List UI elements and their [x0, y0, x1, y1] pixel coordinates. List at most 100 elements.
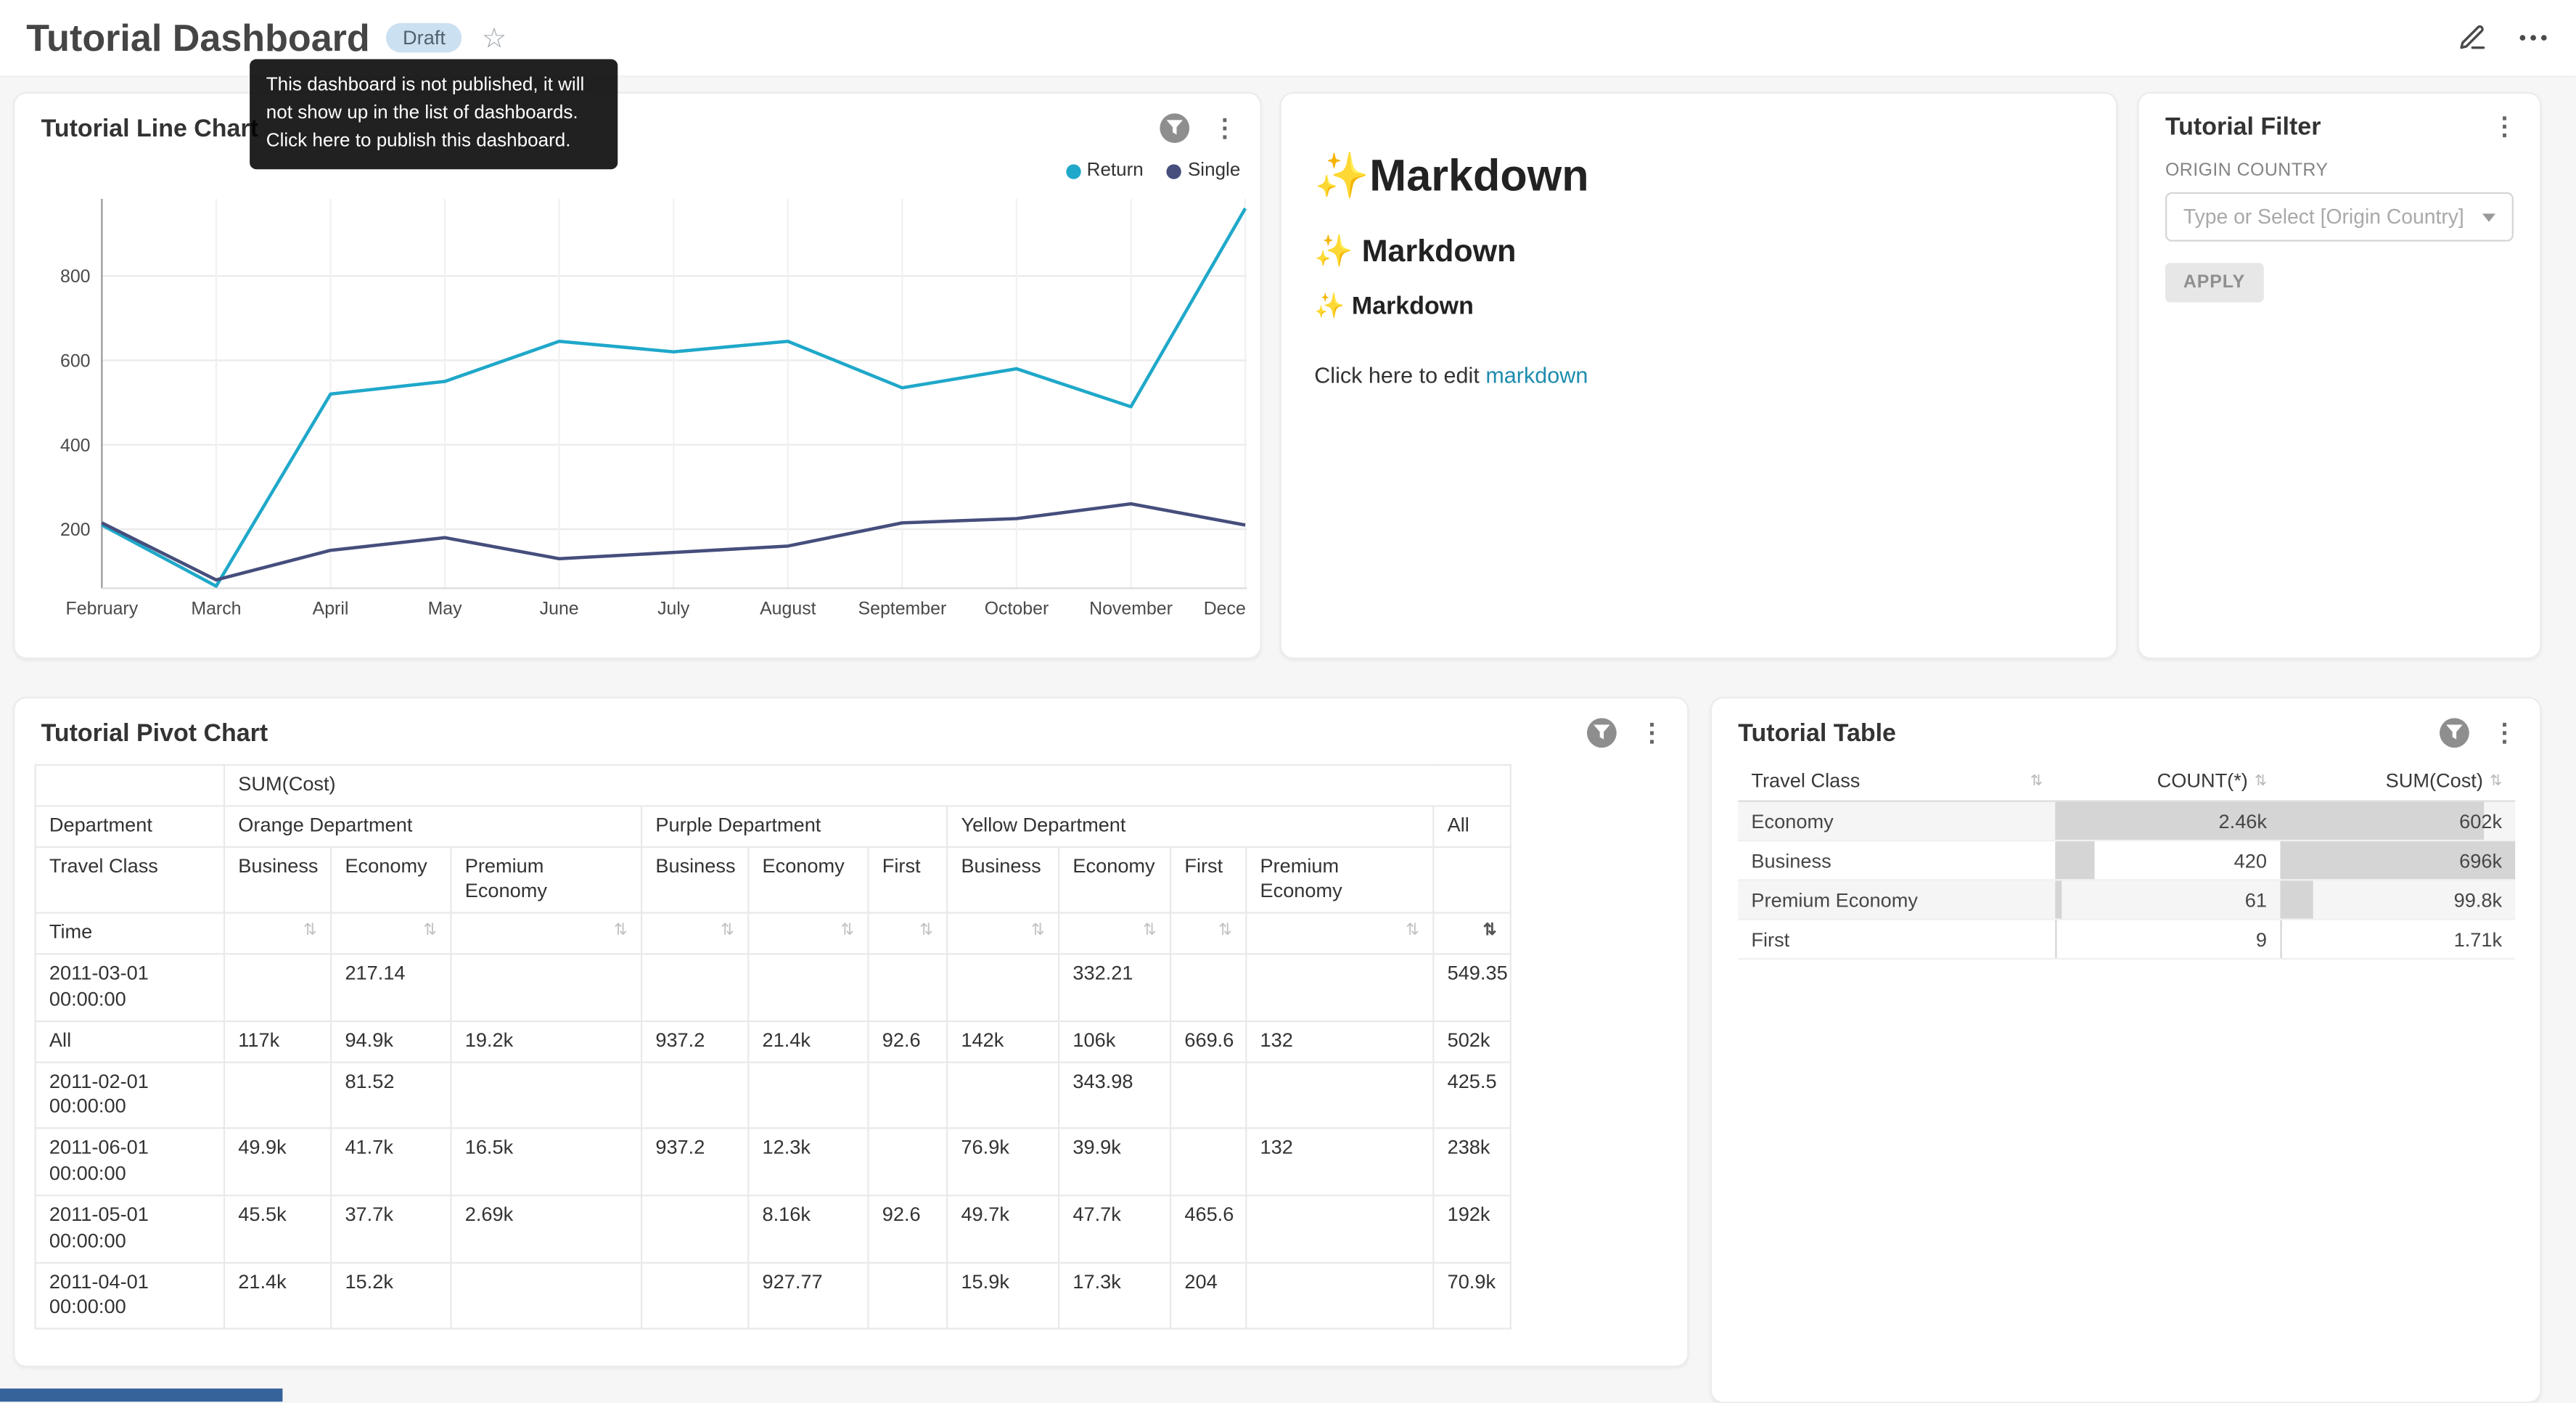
- pivot-value-cell: [869, 954, 948, 1021]
- count-cell: 9: [2056, 920, 2280, 959]
- legend-item-return[interactable]: Return: [1065, 161, 1144, 181]
- more-menu-icon[interactable]: [2516, 21, 2549, 54]
- sort-icon[interactable]: ⇅: [2490, 772, 2502, 790]
- pivot-sorter-cell: ⇅: [748, 913, 868, 954]
- sort-icon[interactable]: ⇅: [721, 921, 734, 944]
- page-title: Tutorial Dashboard: [26, 16, 370, 60]
- pivot-total-cell: 238k: [1433, 1129, 1510, 1195]
- pivot-value-cell: 41.7k: [331, 1129, 451, 1195]
- pivot-value-cell: 204: [1170, 1262, 1246, 1329]
- table-row[interactable]: Business420696k: [1738, 840, 2515, 880]
- pivot-title: Tutorial Pivot Chart: [41, 719, 268, 747]
- markdown-card: ✨Markdown ✨ Markdown ✨ Markdown Click he…: [1280, 92, 2118, 659]
- edit-icon[interactable]: [2458, 23, 2487, 53]
- svg-text:800: 800: [60, 266, 91, 287]
- pivot-value-cell: 2.69k: [451, 1195, 641, 1262]
- sort-icon[interactable]: ⇅: [423, 921, 437, 944]
- sort-icon[interactable]: ⇅: [2030, 772, 2043, 790]
- sort-icon[interactable]: ⇅: [1406, 921, 1419, 944]
- pivot-department-header: Yellow Department: [947, 806, 1433, 846]
- header-actions: [2458, 21, 2550, 54]
- filter-menu-icon[interactable]: ⋮: [2489, 115, 2520, 139]
- chart-menu-icon[interactable]: ⋮: [1636, 721, 1668, 745]
- pivot-dimension-header: Department: [36, 806, 224, 846]
- table-row[interactable]: Economy 2.46k 602k: [1738, 801, 2515, 840]
- pivot-sorter-cell: ⇅: [947, 913, 1059, 954]
- sort-icon[interactable]: ⇅: [303, 921, 317, 944]
- sum-cell: 99.8k: [2280, 880, 2515, 919]
- sort-icon[interactable]: ⇅: [2255, 772, 2267, 790]
- pivot-value-cell: 12.3k: [748, 1129, 868, 1195]
- pivot-class-header: Premium Economy: [451, 846, 641, 913]
- pivot-value-cell: [641, 1195, 748, 1262]
- cross-filter-icon[interactable]: [1587, 718, 1617, 748]
- svg-text:December: December: [1204, 599, 1247, 619]
- pivot-row-label: 2011-02-01 00:00:00: [36, 1062, 224, 1129]
- sort-icon[interactable]: ⇅: [1483, 921, 1497, 944]
- pivot-value-cell: [451, 954, 641, 1021]
- status-badge[interactable]: Draft: [386, 23, 462, 53]
- apply-button[interactable]: APPLY: [2165, 263, 2263, 302]
- select-placeholder: Type or Select [Origin Country]: [2183, 205, 2472, 229]
- markdown-edit-link[interactable]: markdown: [1485, 363, 1588, 388]
- card-header: Tutorial Filter ⋮: [2139, 94, 2540, 155]
- pivot-value-cell: [224, 1062, 331, 1129]
- pivot-class-header: [1433, 846, 1510, 913]
- value-text: 9: [2256, 928, 2267, 951]
- table-row[interactable]: Premium Economy6199.8k: [1738, 880, 2515, 919]
- svg-text:July: July: [657, 599, 690, 619]
- markdown-paragraph: Click here to edit markdown: [1314, 363, 2083, 388]
- chart-legend: Return Single: [1065, 161, 1240, 181]
- pivot-time-header: Time: [36, 913, 224, 954]
- dashboard-page: Tutorial Dashboard Draft ☆ This dashboar…: [0, 0, 2576, 1402]
- sort-icon[interactable]: ⇅: [614, 921, 628, 944]
- travel-class-cell: Economy: [1738, 801, 2056, 840]
- sum-cell: 696k: [2280, 840, 2515, 880]
- cross-filter-icon[interactable]: [1160, 113, 1189, 143]
- sort-icon[interactable]: ⇅: [919, 921, 933, 944]
- markdown-heading-2: ✨ Markdown: [1314, 232, 2083, 271]
- pivot-value-cell: 937.2: [641, 1021, 748, 1062]
- sort-icon[interactable]: ⇅: [1218, 921, 1232, 944]
- pivot-value-cell: 37.7k: [331, 1195, 451, 1262]
- pivot-value-cell: 332.21: [1059, 954, 1170, 1021]
- favorite-star-icon[interactable]: ☆: [482, 24, 507, 52]
- sort-icon[interactable]: ⇅: [1143, 921, 1157, 944]
- table-row[interactable]: First91.71k: [1738, 920, 2515, 959]
- line-chart-card: Tutorial Line Chart ⋮ ReturnSingle 20040…: [13, 92, 1262, 659]
- sort-icon[interactable]: ⇅: [840, 921, 854, 944]
- count-cell: 420: [2056, 840, 2280, 880]
- value-text: 2.46k: [2219, 809, 2267, 833]
- chart-menu-icon[interactable]: ⋮: [2489, 721, 2520, 745]
- cross-filter-icon[interactable]: [2440, 718, 2469, 748]
- pivot-value-cell: 45.5k: [224, 1195, 331, 1262]
- sort-icon[interactable]: ⇅: [1031, 921, 1045, 944]
- pivot-class-header: Business: [641, 846, 748, 913]
- sum-cell: 1.71k: [2280, 920, 2515, 959]
- column-header-travel-class[interactable]: Travel Class⇅: [1738, 761, 2056, 801]
- table-title: Tutorial Table: [1738, 719, 1896, 747]
- pivot-department-header: Orange Department: [224, 806, 641, 846]
- chart-menu-icon[interactable]: ⋮: [1209, 116, 1240, 141]
- pivot-class-header: Economy: [748, 846, 868, 913]
- sum-cell: 602k: [2280, 801, 2515, 840]
- pivot-value-cell: 49.7k: [947, 1195, 1059, 1262]
- pivot-value-cell: 132: [1246, 1021, 1433, 1062]
- pivot-sorter-cell: ⇅: [1433, 913, 1510, 954]
- pivot-value-cell: 343.98: [1059, 1062, 1170, 1129]
- column-header-sum-cost-[interactable]: SUM(Cost)⇅: [2280, 761, 2515, 801]
- pivot-value-cell: [1170, 1129, 1246, 1195]
- data-table-container: Travel Class⇅COUNT(*)⇅SUM(Cost)⇅ Economy…: [1712, 761, 2540, 960]
- count-cell: 61: [2056, 880, 2280, 919]
- pivot-class-header: Business: [947, 846, 1059, 913]
- pivot-value-cell: 81.52: [331, 1062, 451, 1129]
- pivot-value-cell: [451, 1062, 641, 1129]
- pivot-total-cell: 70.9k: [1433, 1262, 1510, 1329]
- legend-item-single[interactable]: Single: [1167, 161, 1241, 181]
- origin-country-select[interactable]: Type or Select [Origin Country]: [2165, 192, 2514, 242]
- column-header-count-[interactable]: COUNT(*)⇅: [2056, 761, 2280, 801]
- pivot-value-cell: 8.16k: [748, 1195, 868, 1262]
- pivot-value-cell: [869, 1129, 948, 1195]
- svg-text:August: August: [760, 599, 816, 619]
- pivot-table: SUM(Cost)DepartmentOrange DepartmentPurp…: [35, 764, 1511, 1330]
